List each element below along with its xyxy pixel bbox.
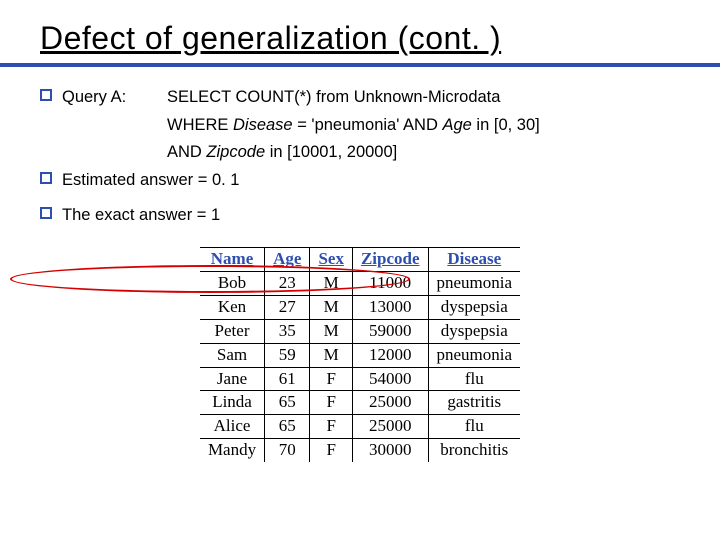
- cell: 59000: [352, 319, 428, 343]
- q2b: = 'pneumonia' AND: [293, 116, 443, 134]
- query-a-line3: AND Zipcode in [10001, 20000]: [40, 140, 680, 166]
- cell: 61: [265, 367, 310, 391]
- cell: 30000: [352, 439, 428, 462]
- bullet-list: Query A: SELECT COUNT(*) from Unknown-Mi…: [40, 85, 680, 229]
- th-name: Name: [200, 247, 265, 271]
- table-row: Peter 35 M 59000 dyspepsia: [200, 319, 520, 343]
- cell: F: [310, 439, 353, 462]
- data-table: Name Age Sex Zipcode Disease Bob 23 M 11…: [200, 247, 520, 462]
- cell: 70: [265, 439, 310, 462]
- page-title: Defect of generalization (cont. ): [40, 20, 680, 57]
- q2-disease: Disease: [233, 116, 293, 134]
- q3b: in [10001, 20000]: [265, 143, 397, 161]
- cell: 25000: [352, 415, 428, 439]
- cell: dyspepsia: [428, 295, 520, 319]
- table-row: Ken 27 M 13000 dyspepsia: [200, 295, 520, 319]
- bullet-query-a: Query A: SELECT COUNT(*) from Unknown-Mi…: [40, 85, 680, 111]
- table-body: Bob 23 M 11000 pneumonia Ken 27 M 13000 …: [200, 271, 520, 462]
- cell: M: [310, 295, 353, 319]
- cell: M: [310, 271, 353, 295]
- cell: Bob: [200, 271, 265, 295]
- table-row: Sam 59 M 12000 pneumonia: [200, 343, 520, 367]
- th-age: Age: [265, 247, 310, 271]
- cell: dyspepsia: [428, 319, 520, 343]
- table-row: Mandy 70 F 30000 bronchitis: [200, 439, 520, 462]
- cell: 59: [265, 343, 310, 367]
- cell: 12000: [352, 343, 428, 367]
- square-bullet-icon: [40, 89, 52, 101]
- cell: Linda: [200, 391, 265, 415]
- cell: flu: [428, 367, 520, 391]
- cell: 27: [265, 295, 310, 319]
- cell: 25000: [352, 391, 428, 415]
- cell: F: [310, 391, 353, 415]
- bullet-exact: The exact answer = 1: [40, 203, 680, 229]
- cell: 65: [265, 391, 310, 415]
- spacer: [40, 195, 680, 203]
- query-a-line2: WHERE Disease = 'pneumonia' AND Age in […: [40, 113, 680, 139]
- q2-age: Age: [442, 116, 471, 134]
- cell: pneumonia: [428, 271, 520, 295]
- cell: 13000: [352, 295, 428, 319]
- query-a-line1: SELECT COUNT(*) from Unknown-Microdata: [167, 85, 500, 111]
- table-row: Alice 65 F 25000 flu: [200, 415, 520, 439]
- cell: 35: [265, 319, 310, 343]
- square-bullet-icon: [40, 172, 52, 184]
- cell: Alice: [200, 415, 265, 439]
- table-row: Jane 61 F 54000 flu: [200, 367, 520, 391]
- th-disease: Disease: [428, 247, 520, 271]
- exact-text: The exact answer = 1: [62, 203, 220, 229]
- th-sex: Sex: [310, 247, 353, 271]
- table-container: Name Age Sex Zipcode Disease Bob 23 M 11…: [40, 247, 680, 462]
- cell: 23: [265, 271, 310, 295]
- query-a-label: Query A:: [62, 85, 167, 111]
- cell: Ken: [200, 295, 265, 319]
- cell: M: [310, 343, 353, 367]
- cell: 54000: [352, 367, 428, 391]
- cell: gastritis: [428, 391, 520, 415]
- table-header-row: Name Age Sex Zipcode Disease: [200, 247, 520, 271]
- cell: M: [310, 319, 353, 343]
- table-row: Bob 23 M 11000 pneumonia: [200, 271, 520, 295]
- cell: 65: [265, 415, 310, 439]
- cell: Mandy: [200, 439, 265, 462]
- cell: pneumonia: [428, 343, 520, 367]
- estimated-text: Estimated answer = 0. 1: [62, 168, 239, 194]
- q3a: AND: [167, 143, 206, 161]
- cell: Jane: [200, 367, 265, 391]
- cell: 11000: [352, 271, 428, 295]
- cell: F: [310, 367, 353, 391]
- q3-zip: Zipcode: [206, 143, 265, 161]
- cell: Peter: [200, 319, 265, 343]
- q2c: in [0, 30]: [472, 116, 540, 134]
- table-row: Linda 65 F 25000 gastritis: [200, 391, 520, 415]
- th-zipcode: Zipcode: [352, 247, 428, 271]
- slide: Defect of generalization (cont. ) Query …: [0, 0, 720, 462]
- square-bullet-icon: [40, 207, 52, 219]
- cell: Sam: [200, 343, 265, 367]
- title-rule: [0, 63, 720, 67]
- query-a-line3-text: AND Zipcode in [10001, 20000]: [167, 140, 397, 166]
- query-a-line2-text: WHERE Disease = 'pneumonia' AND Age in […: [167, 113, 540, 139]
- q2a: WHERE: [167, 116, 233, 134]
- cell: bronchitis: [428, 439, 520, 462]
- cell: F: [310, 415, 353, 439]
- bullet-estimated: Estimated answer = 0. 1: [40, 168, 680, 194]
- cell: flu: [428, 415, 520, 439]
